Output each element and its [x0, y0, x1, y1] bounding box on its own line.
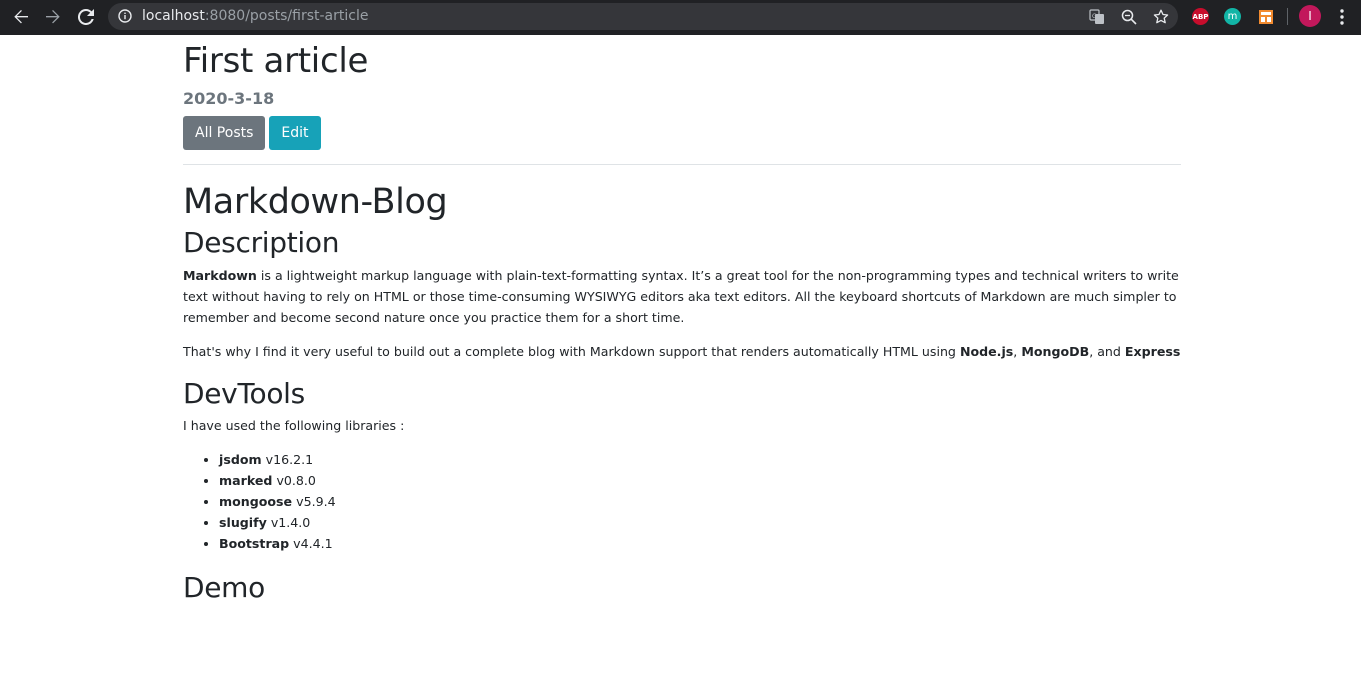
- post-date: 2020-3-18: [183, 89, 275, 108]
- divider: [183, 164, 1181, 165]
- forward-button[interactable]: [40, 5, 66, 29]
- url-host: localhost: [142, 8, 205, 24]
- library-version: v16.2.1: [261, 452, 314, 467]
- toolbar-divider: [1287, 8, 1288, 25]
- bold-mongodb: MongoDB: [1021, 344, 1090, 359]
- reload-button[interactable]: [73, 5, 99, 29]
- reload-icon: [78, 9, 94, 25]
- all-posts-button[interactable]: All Posts: [183, 116, 266, 150]
- markdown-title: Markdown-Blog: [183, 182, 448, 222]
- article-page: First article 2020-3-18 All Posts Edit Ma…: [183, 35, 1181, 606]
- library-name: mongoose: [219, 494, 293, 509]
- address-bar[interactable]: localhost:8080/posts/first-article G: [108, 3, 1178, 30]
- bold-express: Express: [1124, 344, 1181, 359]
- url-text: localhost:8080/posts/first-article: [142, 8, 368, 25]
- library-name: slugify: [219, 515, 267, 530]
- grid-extension-icon[interactable]: [1257, 8, 1274, 25]
- demo-heading: Demo: [183, 571, 265, 604]
- forward-arrow-icon: [46, 10, 60, 24]
- translate-icon[interactable]: G: [1088, 8, 1106, 26]
- list-item: marked v0.8.0: [219, 470, 1181, 491]
- description-paragraph-1: Markdown is a lightweight markup languag…: [183, 265, 1181, 328]
- svg-text:G: G: [1092, 13, 1097, 20]
- site-info-icon[interactable]: [118, 9, 132, 28]
- post-title: First article: [183, 41, 369, 81]
- devtools-heading: DevTools: [183, 377, 305, 410]
- url-path: :8080/posts/first-article: [204, 8, 369, 24]
- separator-text: , and: [1089, 344, 1125, 359]
- post-actions: All Posts Edit: [183, 116, 1181, 150]
- list-item: Bootstrap v4.4.1: [219, 533, 1181, 554]
- back-button[interactable]: [8, 5, 34, 29]
- edit-button[interactable]: Edit: [269, 116, 321, 150]
- list-item: slugify v1.4.0: [219, 512, 1181, 533]
- library-version: v5.9.4: [292, 494, 336, 509]
- m-extension-icon[interactable]: m: [1224, 8, 1241, 25]
- paragraph-text: is a lightweight markup language with pl…: [183, 268, 1179, 325]
- bold-markdown: Markdown: [183, 268, 257, 283]
- list-item: jsdom v16.2.1: [219, 449, 1181, 470]
- markdown-content: Markdown-Blog Description Markdown is a …: [183, 180, 1181, 606]
- library-version: v0.8.0: [272, 473, 316, 488]
- adblock-plus-icon[interactable]: ABP: [1192, 8, 1209, 25]
- back-arrow-icon: [14, 10, 28, 24]
- library-name: Bootstrap: [219, 536, 290, 551]
- paragraph-text: That's why I find it very useful to buil…: [183, 344, 960, 359]
- menu-dots-icon[interactable]: [1333, 7, 1351, 27]
- zoom-icon[interactable]: [1120, 8, 1138, 26]
- description-paragraph-2: That's why I find it very useful to buil…: [183, 341, 1181, 362]
- list-item: mongoose v5.9.4: [219, 491, 1181, 512]
- library-name: jsdom: [219, 452, 262, 467]
- browser-toolbar: localhost:8080/posts/first-article G ABP…: [0, 0, 1361, 35]
- library-version: v1.4.0: [266, 515, 311, 530]
- bookmark-star-icon[interactable]: [1152, 8, 1170, 26]
- library-name: marked: [219, 473, 273, 488]
- devtools-intro: I have used the following libraries :: [183, 418, 405, 433]
- bold-nodejs: Node.js: [959, 344, 1014, 359]
- library-list: jsdom v16.2.1 marked v0.8.0 mongoose v5.…: [183, 449, 1181, 554]
- profile-avatar[interactable]: I: [1299, 5, 1321, 27]
- library-version: v4.4.1: [289, 536, 333, 551]
- description-heading: Description: [183, 226, 340, 259]
